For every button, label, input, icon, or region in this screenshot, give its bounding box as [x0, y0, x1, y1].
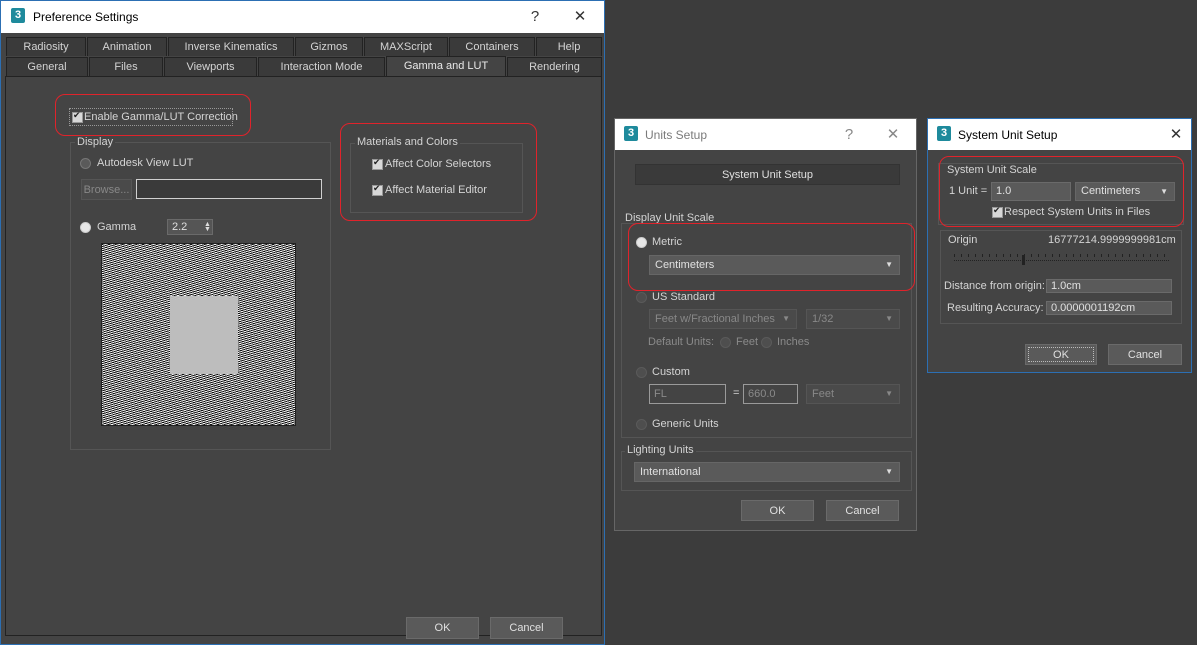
default-inches-radio[interactable] — [761, 337, 772, 348]
generic-units-label: Generic Units — [652, 418, 719, 430]
origin-slider-handle[interactable] — [1022, 255, 1025, 265]
custom-radio[interactable] — [636, 367, 647, 378]
system-unit-setup-dialog: 3 System Unit Setup ✕ System Unit Scale … — [927, 118, 1192, 373]
app-logo-icon: 3 — [11, 8, 25, 23]
tab-maxscript[interactable]: MAXScript — [364, 37, 448, 56]
custom-label: Custom — [652, 366, 690, 378]
preference-settings-dialog: 3 Preference Settings ? ✕ Radiosity Anim… — [0, 0, 605, 645]
gamma-test-pattern-center — [170, 296, 238, 374]
highlight-enable-gamma — [55, 94, 251, 136]
units-setup-dialog: 3 Units Setup ? ✕ System Unit Setup Disp… — [614, 118, 917, 531]
tab-animation[interactable]: Animation — [87, 37, 167, 56]
chevron-down-icon: ▼ — [885, 314, 893, 323]
tab-containers[interactable]: Containers — [449, 37, 535, 56]
origin-label: Origin — [948, 234, 978, 246]
tab-rendering[interactable]: Rendering — [507, 57, 602, 76]
system-close-button[interactable]: ✕ — [1164, 124, 1188, 146]
gamma-spinner-arrows-icon[interactable]: ▲ ▼ — [204, 221, 211, 233]
chevron-down-icon: ▼ — [782, 314, 790, 323]
lighting-units-value: International — [640, 466, 701, 478]
autodesk-lut-label: Autodesk View LUT — [97, 157, 194, 169]
distance-value-field[interactable]: 1.0cm — [1046, 279, 1172, 293]
fraction-value: 1/32 — [812, 313, 834, 325]
units-title-bar[interactable]: 3 Units Setup ? ✕ — [615, 119, 916, 150]
lut-path-field[interactable] — [136, 179, 322, 199]
system-unit-setup-button[interactable]: System Unit Setup — [635, 164, 900, 185]
chevron-down-icon: ▼ — [885, 389, 893, 398]
gamma-radio[interactable] — [80, 222, 91, 233]
browse-button[interactable]: Browse... — [81, 179, 132, 200]
generic-units-radio[interactable] — [636, 419, 647, 430]
ok-button[interactable]: OK — [406, 617, 479, 639]
accuracy-label: Resulting Accuracy: — [947, 302, 1044, 314]
units-cancel-button[interactable]: Cancel — [826, 500, 899, 521]
distance-label: Distance from origin: — [944, 280, 1045, 292]
custom-unit-value: Feet — [812, 388, 835, 400]
tab-viewports[interactable]: Viewports — [164, 57, 257, 76]
tab-inverse-kinematics[interactable]: Inverse Kinematics — [168, 37, 294, 56]
units-help-button[interactable]: ? — [837, 124, 861, 146]
system-dialog-title: System Unit Setup — [958, 128, 1058, 142]
origin-value: 16777214.9999999981cm — [1048, 234, 1176, 246]
chevron-down-icon: ▼ — [885, 467, 893, 476]
highlight-materials-colors — [340, 123, 537, 221]
tab-help[interactable]: Help — [536, 37, 602, 56]
us-standard-radio[interactable] — [636, 292, 647, 303]
tab-files[interactable]: Files — [89, 57, 163, 76]
highlight-system-unit-scale — [939, 156, 1184, 227]
custom-unit-dropdown[interactable]: Feet ▼ — [806, 384, 900, 404]
custom-equals-label: = — [733, 387, 740, 399]
us-unit-value: Feet w/Fractional Inches — [655, 313, 775, 325]
default-feet-radio[interactable] — [720, 337, 731, 348]
default-inches-label: Inches — [777, 336, 810, 348]
help-button[interactable]: ? — [523, 6, 547, 28]
tab-general[interactable]: General — [6, 57, 88, 76]
origin-slider[interactable] — [954, 250, 1169, 261]
system-title-bar[interactable]: 3 System Unit Setup ✕ — [928, 119, 1191, 150]
custom-name-field[interactable]: FL — [649, 384, 726, 404]
autodesk-lut-radio[interactable] — [80, 158, 91, 169]
highlight-metric — [628, 223, 915, 291]
gamma-label: Gamma — [97, 221, 137, 233]
tab-gamma-and-lut[interactable]: Gamma and LUT — [386, 56, 506, 77]
tab-gizmos[interactable]: Gizmos — [295, 37, 363, 56]
units-logo-icon: 3 — [624, 126, 638, 141]
system-logo-icon: 3 — [937, 126, 951, 141]
title-bar[interactable]: 3 Preference Settings ? ✕ — [1, 1, 604, 33]
accuracy-value-field[interactable]: 0.0000001192cm — [1046, 301, 1172, 315]
us-standard-label: US Standard — [652, 291, 715, 303]
close-button[interactable]: ✕ — [568, 6, 592, 28]
units-close-button[interactable]: ✕ — [881, 124, 905, 146]
lighting-units-label: Lighting Units — [625, 444, 696, 456]
fraction-dropdown[interactable]: 1/32 ▼ — [806, 309, 900, 329]
tab-radiosity[interactable]: Radiosity — [6, 37, 86, 56]
custom-value-field[interactable]: 660.0 — [743, 384, 798, 404]
system-ok-button[interactable]: OK — [1025, 344, 1097, 365]
units-dialog-title: Units Setup — [645, 128, 708, 142]
units-ok-button[interactable]: OK — [741, 500, 814, 521]
dialog-title: Preference Settings — [33, 10, 139, 24]
default-feet-label: Feet — [736, 336, 759, 348]
system-cancel-button[interactable]: Cancel — [1108, 344, 1182, 365]
us-unit-dropdown[interactable]: Feet w/Fractional Inches ▼ — [649, 309, 797, 329]
tab-interaction-mode[interactable]: Interaction Mode — [258, 57, 385, 76]
cancel-button[interactable]: Cancel — [490, 617, 563, 639]
display-group-label: Display — [75, 136, 116, 148]
gamma-test-pattern — [101, 243, 296, 426]
lighting-units-dropdown[interactable]: International ▼ — [634, 462, 900, 482]
default-units-label: Default Units: — [648, 336, 715, 348]
